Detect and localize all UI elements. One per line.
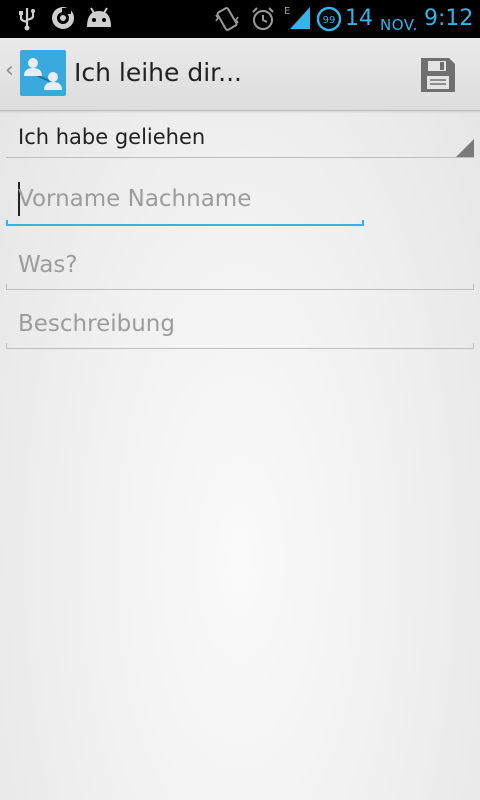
vibrate-icon xyxy=(214,5,240,37)
save-button[interactable] xyxy=(405,50,471,98)
name-placeholder: Vorname Nachname xyxy=(18,186,252,212)
spinner-selected-value: Ich habe geliehen xyxy=(18,125,206,149)
underline-tick-left xyxy=(6,343,7,349)
underline-tick-right xyxy=(473,284,474,290)
save-icon xyxy=(421,58,455,92)
up-caret-icon: ‹ xyxy=(5,58,14,83)
page-title: Ich leihe dir... xyxy=(74,58,242,87)
name-input[interactable]: Vorname Nachname xyxy=(6,180,364,226)
what-placeholder: Was? xyxy=(18,252,78,278)
status-bar: E 99 14 NOV. 9:12 xyxy=(0,0,480,38)
what-input[interactable]: Was? xyxy=(6,248,474,290)
underline-tick-left xyxy=(6,220,8,226)
description-input[interactable]: Beschreibung xyxy=(6,306,474,349)
notification-badge-icon: 99 xyxy=(316,6,342,36)
status-time: 9:12 xyxy=(424,6,474,31)
android-icon xyxy=(85,7,113,33)
usb-icon xyxy=(16,5,38,35)
home-up-button[interactable]: ‹ xyxy=(0,38,70,110)
spinner-underline xyxy=(6,157,474,158)
what-input-underline xyxy=(6,289,474,290)
loan-direction-spinner[interactable]: Ich habe geliehen xyxy=(6,114,474,160)
underline-tick-left xyxy=(6,284,7,290)
status-month: NOV. xyxy=(380,16,418,34)
description-input-underline xyxy=(6,348,474,349)
network-type-label: E xyxy=(284,6,290,17)
notification-count: 99 xyxy=(323,15,336,26)
underline-tick-right xyxy=(362,220,364,226)
camera-notification-icon xyxy=(51,6,75,34)
alarm-icon xyxy=(250,6,276,36)
action-bar: ‹ Ich leihe dir... xyxy=(0,38,480,111)
dropdown-triangle-icon xyxy=(456,139,474,157)
signal-icon: E xyxy=(284,3,312,35)
underline-tick-right xyxy=(473,343,474,349)
name-input-underline xyxy=(6,224,364,226)
app-icon xyxy=(20,50,66,96)
status-date: 14 xyxy=(345,6,373,31)
description-placeholder: Beschreibung xyxy=(18,311,175,337)
